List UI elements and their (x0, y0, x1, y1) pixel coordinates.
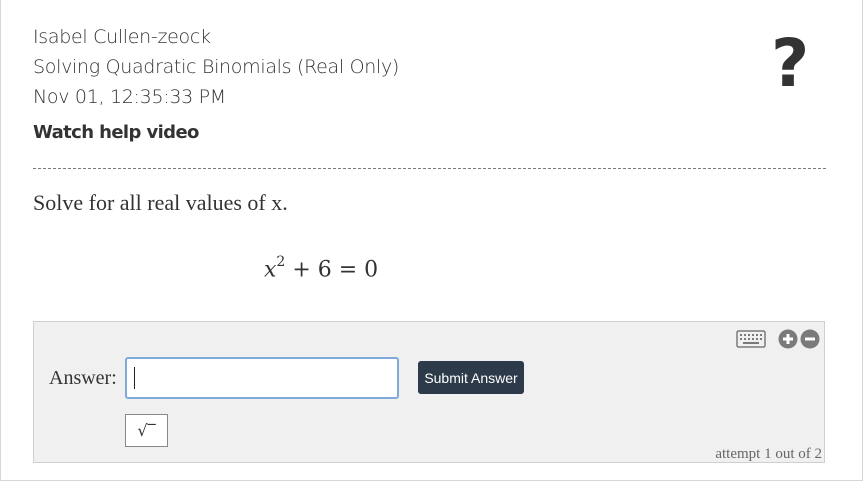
keyboard-icon[interactable] (736, 330, 766, 348)
topic-title: Solving Quadratic Binomials (Real Only) (33, 56, 400, 78)
help-question-icon[interactable]: ? (771, 28, 809, 100)
answer-input[interactable] (125, 357, 399, 399)
text-caret (134, 367, 135, 389)
equation-exponent: 2 (276, 254, 286, 270)
square-root-button[interactable]: √‾ (125, 414, 168, 447)
zoom-out-icon[interactable] (800, 329, 820, 349)
divider (33, 168, 826, 169)
header-info: Isabel Cullen-zeock Solving Quadratic Bi… (33, 22, 399, 112)
zoom-in-icon[interactable] (778, 329, 798, 349)
student-name: Isabel Cullen-zeock (33, 26, 211, 48)
answer-label: Answer: (49, 367, 117, 389)
timestamp: Nov 01, 12:35:33 PM (33, 86, 226, 108)
equation-rest: + 6 = 0 (285, 257, 379, 283)
attempt-counter: attempt 1 out of 2 (715, 446, 822, 462)
equation: x2 + 6 = 0 (264, 254, 379, 283)
page-frame: Isabel Cullen-zeock Solving Quadratic Bi… (0, 0, 863, 481)
answer-panel: Answer: Submit Answer √‾ attempt 1 out o… (33, 321, 825, 463)
equation-variable: x (264, 257, 277, 283)
question-prompt: Solve for all real values of x. (33, 190, 288, 215)
submit-answer-button[interactable]: Submit Answer (418, 361, 524, 394)
watch-help-video-link[interactable]: Watch help video (33, 122, 199, 143)
